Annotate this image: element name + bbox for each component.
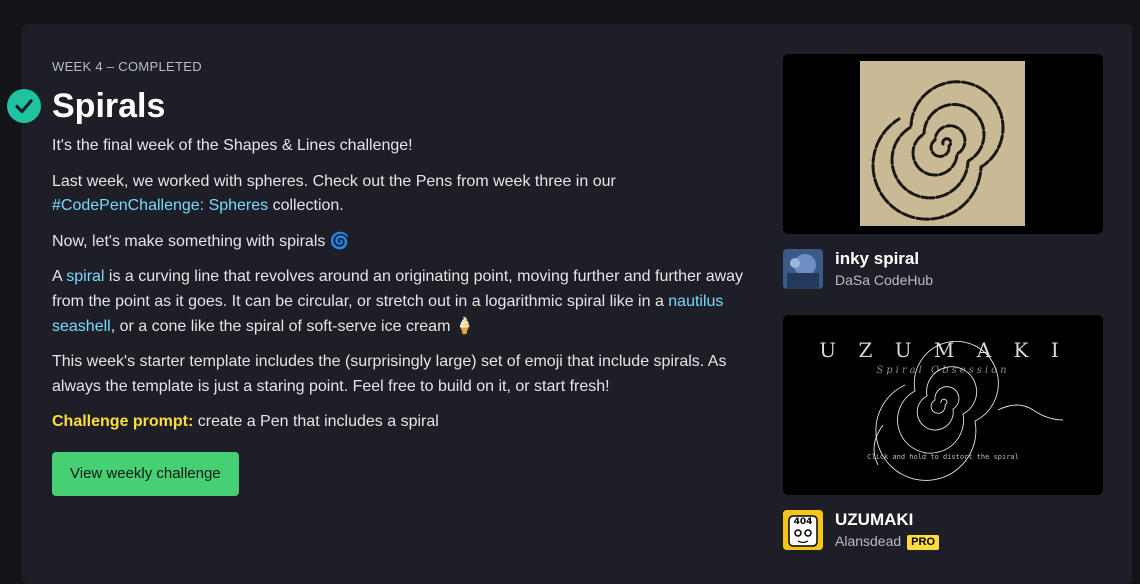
intro-paragraph: It's the final week of the Shapes & Line… <box>52 137 413 154</box>
preview-hint: Click and hold to distort the spiral <box>867 453 1019 461</box>
pen-author[interactable]: DaSa CodeHub <box>835 271 933 289</box>
starter-template-paragraph: This week's starter template includes th… <box>52 353 727 395</box>
pen-author-row: Alansdead PRO <box>835 532 940 550</box>
pen-author[interactable]: Alansdead <box>835 533 901 549</box>
text: A <box>52 268 67 286</box>
title-row: Spirals <box>7 84 752 128</box>
prompt-text: create a Pen that includes a spiral <box>193 413 439 431</box>
pen-title[interactable]: UZUMAKI <box>835 510 913 530</box>
preview-title: U Z U M A K I <box>819 338 1067 362</box>
pen-title[interactable]: inky spiral <box>835 249 919 269</box>
avatar-text: 404 <box>794 517 813 527</box>
prompt-label: Challenge prompt: <box>52 413 194 431</box>
challenge-content: WEEK 4 – COMPLETED Spirals It's the fina… <box>7 58 752 496</box>
view-weekly-challenge-button[interactable]: View weekly challenge <box>52 451 239 496</box>
week-label: WEEK 4 – COMPLETED <box>52 59 202 74</box>
text: is a curving line that revolves around a… <box>52 268 744 310</box>
challenge-prompt: Challenge prompt: create a Pen that incl… <box>52 410 752 435</box>
pen-sidebar: inky spiral DaSa CodeHub U Z U M A K I S… <box>783 54 1103 576</box>
spiral-link[interactable]: spiral <box>66 268 104 285</box>
spheres-collection-link[interactable]: #CodePenChallenge: Spheres <box>52 197 268 214</box>
page-title: Spirals <box>52 87 166 125</box>
avatar[interactable] <box>783 249 823 289</box>
pen-meta: 404 UZUMAKI Alansdead PRO <box>783 510 1103 556</box>
spiral-definition-paragraph: A spiral is a curving line that revolves… <box>52 265 752 339</box>
spirals-intro-paragraph: Now, let's make something with spirals 🌀 <box>52 232 350 250</box>
preview-subtitle: Spiral Obsession <box>876 365 1009 376</box>
pen-preview-inky-spiral[interactable] <box>783 54 1103 234</box>
text: collection. <box>268 197 344 215</box>
text: Last week, we worked with spheres. Check… <box>52 172 616 190</box>
last-week-paragraph: Last week, we worked with spheres. Check… <box>52 170 752 219</box>
pen-preview-uzumaki[interactable]: U Z U M A K I Spiral Obsession Click and… <box>783 315 1103 495</box>
pen-meta: inky spiral DaSa CodeHub <box>783 249 1103 295</box>
pro-badge: PRO <box>907 535 940 550</box>
completed-check-icon <box>7 89 41 123</box>
avatar[interactable]: 404 <box>783 510 823 550</box>
text: , or a cone like the spiral of soft-serv… <box>110 317 475 335</box>
